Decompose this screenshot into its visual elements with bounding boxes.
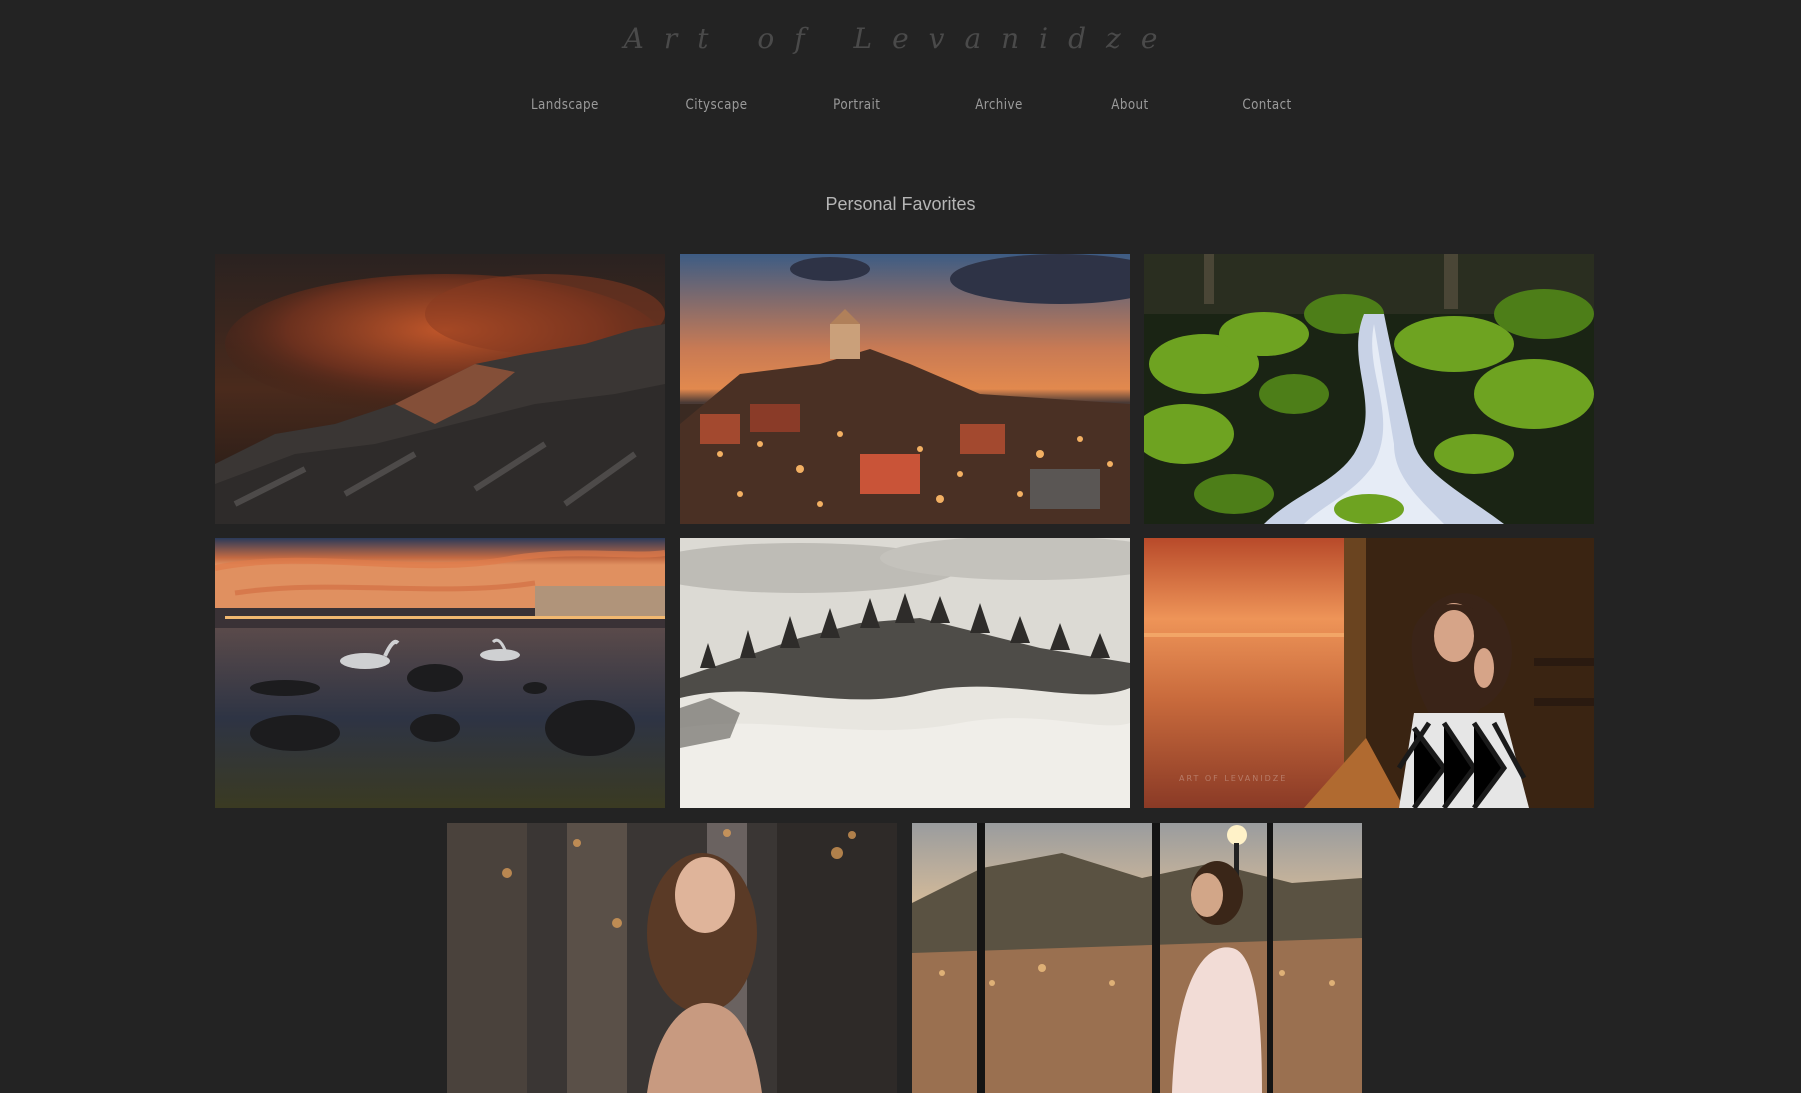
gallery-tile-lake-swans-sunset[interactable]	[215, 538, 665, 808]
gallery-tile-mountain-sunset[interactable]	[215, 254, 665, 524]
nav-item-cityscape[interactable]: Cityscape	[685, 97, 747, 113]
gallery-tile-mossy-waterfall[interactable]	[1144, 254, 1594, 524]
nav-item-portrait[interactable]: Portrait	[833, 97, 880, 113]
woman-street-image	[447, 823, 897, 1093]
lake-swans-image	[215, 538, 665, 808]
gallery-tile-woman-street-portrait[interactable]	[447, 823, 897, 1093]
nav-item-landscape[interactable]: Landscape	[531, 97, 599, 113]
nav-item-about[interactable]: About	[1111, 97, 1148, 113]
gallery-tile-woman-city-view-window[interactable]	[912, 823, 1362, 1093]
woman-window-image	[1144, 538, 1594, 808]
gallery-tile-city-night-view[interactable]	[680, 254, 1130, 524]
watermark: ART OF LEVANIDZE	[1179, 774, 1288, 783]
city-night-image	[680, 254, 1130, 524]
waterfall-image	[1144, 254, 1594, 524]
woman-city-window-image	[912, 823, 1362, 1093]
nav-item-contact[interactable]: Contact	[1242, 97, 1291, 113]
gallery-tile-woman-at-window-sunset[interactable]: ART OF LEVANIDZE	[1144, 538, 1594, 808]
section-heading: Personal Favorites	[825, 194, 976, 214]
mountain-sunset-image	[215, 254, 665, 524]
nav-item-archive[interactable]: Archive	[975, 97, 1023, 113]
site-title[interactable]: Art of Levanidze	[0, 22, 1801, 55]
foggy-forest-image	[680, 538, 1130, 808]
gallery-tile-foggy-forest-hills[interactable]	[680, 538, 1130, 808]
main-nav: Landscape Cityscape Portrait Archive Abo…	[0, 97, 1801, 117]
